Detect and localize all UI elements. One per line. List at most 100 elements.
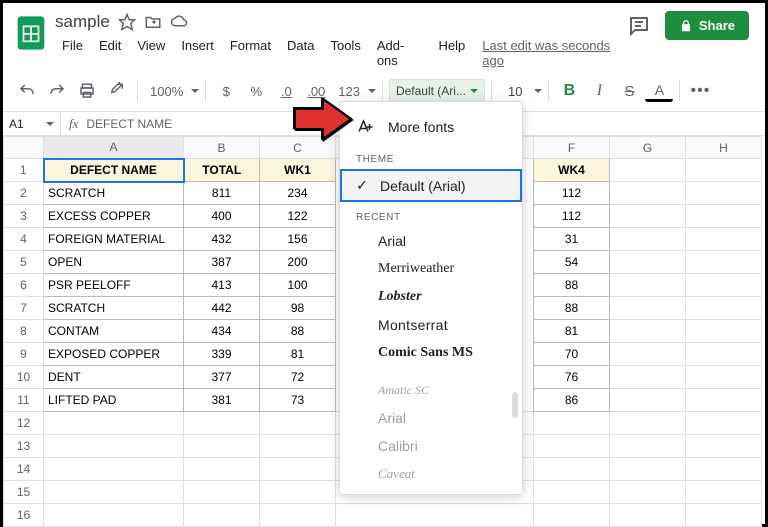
last-edit-link[interactable]: Last edit was seconds ago xyxy=(482,35,627,71)
data-cell[interactable]: DENT xyxy=(44,366,184,389)
more-fonts-item[interactable]: More fonts xyxy=(340,110,522,144)
empty-cell[interactable] xyxy=(260,435,336,458)
row-header[interactable]: 15 xyxy=(4,481,44,504)
dropdown-scrollbar-thumb[interactable] xyxy=(512,392,518,418)
data-cell[interactable]: 88 xyxy=(260,320,336,343)
menu-view[interactable]: View xyxy=(130,35,172,71)
data-cell[interactable]: 434 xyxy=(184,320,260,343)
menu-data[interactable]: Data xyxy=(280,35,321,71)
data-cell[interactable]: 112 xyxy=(534,205,610,228)
empty-cell[interactable] xyxy=(610,458,686,481)
data-cell[interactable]: 413 xyxy=(184,274,260,297)
row-header[interactable]: 2 xyxy=(4,182,44,205)
table-header-cell[interactable]: WK1 xyxy=(260,159,336,182)
data-cell[interactable]: SCRATCH xyxy=(44,182,184,205)
empty-cell[interactable] xyxy=(44,458,184,481)
row-header[interactable]: 4 xyxy=(4,228,44,251)
empty-cell[interactable] xyxy=(184,458,260,481)
move-folder-icon[interactable] xyxy=(144,13,162,31)
menu-tools[interactable]: Tools xyxy=(323,35,367,71)
data-cell[interactable]: 112 xyxy=(534,182,610,205)
data-cell[interactable]: LIFTED PAD xyxy=(44,389,184,412)
data-cell[interactable]: 72 xyxy=(260,366,336,389)
undo-button[interactable] xyxy=(13,77,41,105)
empty-cell[interactable] xyxy=(610,412,686,435)
menu-help[interactable]: Help xyxy=(432,35,473,71)
row-header[interactable]: 13 xyxy=(4,435,44,458)
empty-cell[interactable] xyxy=(534,481,610,504)
empty-cell[interactable] xyxy=(336,504,534,527)
font-size-select[interactable]: 10 xyxy=(498,84,542,99)
data-cell[interactable]: 100 xyxy=(260,274,336,297)
col-header-f[interactable]: F xyxy=(534,137,610,159)
data-cell[interactable]: 54 xyxy=(534,251,610,274)
row-header[interactable]: 14 xyxy=(4,458,44,481)
empty-cell[interactable] xyxy=(44,504,184,527)
data-cell[interactable]: 339 xyxy=(184,343,260,366)
empty-cell[interactable] xyxy=(686,481,762,504)
empty-cell[interactable] xyxy=(260,481,336,504)
row-header[interactable]: 8 xyxy=(4,320,44,343)
empty-cell[interactable] xyxy=(686,435,762,458)
data-cell[interactable]: 98 xyxy=(260,297,336,320)
formula-input[interactable]: DEFECT NAME xyxy=(86,117,172,131)
font-lobster[interactable]: Lobster xyxy=(340,283,522,311)
empty-cell[interactable] xyxy=(260,458,336,481)
row-header[interactable]: 10 xyxy=(4,366,44,389)
empty-cell[interactable] xyxy=(260,412,336,435)
font-comic-sans[interactable]: Comic Sans MS xyxy=(340,339,522,367)
font-family-select[interactable]: Default (Ari... xyxy=(389,79,485,103)
name-box[interactable]: A1 xyxy=(3,112,61,135)
data-cell[interactable]: 432 xyxy=(184,228,260,251)
empty-cell[interactable] xyxy=(260,504,336,527)
row-header[interactable]: 3 xyxy=(4,205,44,228)
data-cell[interactable]: 31 xyxy=(534,228,610,251)
data-cell[interactable]: CONTAM xyxy=(44,320,184,343)
font-default-arial[interactable]: ✓ Default (Arial) xyxy=(340,169,522,202)
data-cell[interactable]: 76 xyxy=(534,366,610,389)
print-button[interactable] xyxy=(73,77,101,105)
col-header-a[interactable]: A xyxy=(44,137,184,159)
toolbar-more-button[interactable]: ••• xyxy=(686,77,714,105)
empty-cell[interactable] xyxy=(534,435,610,458)
table-header-cell[interactable]: TOTAL xyxy=(184,159,260,182)
empty-cell[interactable] xyxy=(686,458,762,481)
data-cell[interactable]: 73 xyxy=(260,389,336,412)
data-cell[interactable]: 88 xyxy=(534,274,610,297)
row-header[interactable]: 5 xyxy=(4,251,44,274)
empty-cell[interactable] xyxy=(184,481,260,504)
data-cell[interactable]: 234 xyxy=(260,182,336,205)
menu-insert[interactable]: Insert xyxy=(174,35,221,71)
empty-cell[interactable] xyxy=(44,412,184,435)
menu-file[interactable]: File xyxy=(55,35,90,71)
data-cell[interactable]: EXPOSED COPPER xyxy=(44,343,184,366)
empty-cell[interactable] xyxy=(44,435,184,458)
menu-format[interactable]: Format xyxy=(223,35,278,71)
empty-cell[interactable] xyxy=(534,504,610,527)
row-header[interactable]: 1 xyxy=(4,159,44,182)
sheets-app-icon[interactable] xyxy=(13,11,49,55)
star-icon[interactable] xyxy=(118,13,136,31)
data-cell[interactable]: PSR PEELOFF xyxy=(44,274,184,297)
empty-cell[interactable] xyxy=(610,504,686,527)
row-header[interactable]: 11 xyxy=(4,389,44,412)
zoom-select[interactable]: 100% xyxy=(144,84,199,99)
paint-format-button[interactable] xyxy=(103,77,131,105)
row-header[interactable]: 9 xyxy=(4,343,44,366)
data-cell[interactable]: 156 xyxy=(260,228,336,251)
empty-cell[interactable] xyxy=(610,481,686,504)
data-cell[interactable]: EXCESS COPPER xyxy=(44,205,184,228)
font-montserrat[interactable]: Montserrat xyxy=(340,311,522,339)
empty-cell[interactable] xyxy=(184,435,260,458)
menu-addons[interactable]: Add-ons xyxy=(370,35,430,71)
data-cell[interactable]: 70 xyxy=(534,343,610,366)
data-cell[interactable]: 122 xyxy=(260,205,336,228)
number-format-select[interactable]: 123 xyxy=(332,84,376,99)
data-cell[interactable]: 377 xyxy=(184,366,260,389)
select-all-corner[interactable] xyxy=(4,137,44,159)
empty-cell[interactable] xyxy=(184,412,260,435)
cloud-status-icon[interactable] xyxy=(170,13,188,31)
bold-button[interactable]: B xyxy=(555,77,583,105)
font-caveat[interactable]: Caveat xyxy=(340,460,522,488)
row-header[interactable]: 16 xyxy=(4,504,44,527)
